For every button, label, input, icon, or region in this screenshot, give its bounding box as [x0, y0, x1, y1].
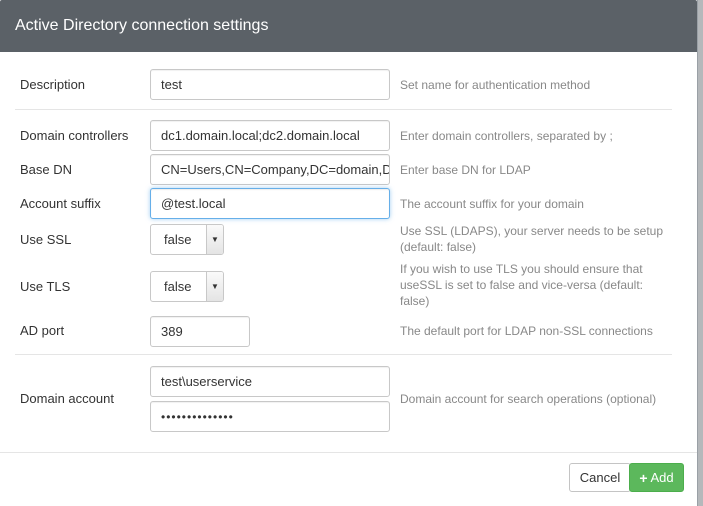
- account-suffix-input[interactable]: @test.local: [150, 188, 390, 219]
- domain-controllers-label: Domain controllers: [20, 128, 129, 143]
- ad-port-help: The default port for LDAP non-SSL connec…: [400, 324, 653, 338]
- use-tls-select[interactable]: false ▼: [150, 271, 224, 302]
- domain-account-label: Domain account: [20, 391, 114, 406]
- description-help: Set name for authentication method: [400, 78, 591, 92]
- ad-settings-dialog: Active Directory connection settings Des…: [0, 0, 698, 506]
- dialog-header: Active Directory connection settings: [0, 0, 697, 52]
- cancel-button[interactable]: Cancel: [569, 463, 631, 492]
- base-dn-input[interactable]: CN=Users,CN=Company,DC=domain,D: [150, 154, 390, 185]
- ad-port-input[interactable]: 389: [150, 316, 250, 347]
- use-ssl-label: Use SSL: [20, 232, 72, 247]
- chevron-down-icon[interactable]: ▼: [206, 272, 223, 301]
- domain-account-username-input[interactable]: test\userservice: [150, 366, 390, 397]
- divider: [15, 354, 672, 355]
- backdrop-edge: [698, 0, 703, 506]
- base-dn-help: Enter base DN for LDAP: [400, 163, 531, 177]
- add-button-label: Add: [650, 470, 674, 485]
- chevron-down-icon[interactable]: ▼: [206, 225, 223, 254]
- add-button[interactable]: + Add: [629, 463, 684, 492]
- ad-port-label: AD port: [20, 323, 65, 338]
- use-tls-label: Use TLS: [20, 279, 71, 294]
- dialog-title: Active Directory connection settings: [15, 17, 269, 34]
- domain-account-password-input[interactable]: ••••••••••••••: [150, 401, 390, 432]
- use-ssl-select[interactable]: false ▼: [150, 224, 224, 255]
- domain-controllers-input[interactable]: dc1.domain.local;dc2.domain.local: [150, 120, 390, 151]
- description-label: Description: [20, 77, 86, 92]
- domain-controllers-help: Enter domain controllers, separated by ;: [400, 129, 613, 143]
- description-input[interactable]: test: [150, 69, 390, 100]
- dialog-footer: Cancel + Add: [0, 452, 697, 506]
- domain-account-help: Domain account for search operations (op…: [400, 392, 657, 406]
- divider: [15, 109, 672, 110]
- plus-icon: +: [639, 469, 648, 486]
- use-tls-value: false: [164, 279, 192, 294]
- dialog-body: Description test Set name for authentica…: [0, 52, 697, 452]
- use-tls-help: If you wish to use TLS you should ensure…: [400, 262, 644, 308]
- use-ssl-value: false: [164, 232, 192, 247]
- use-ssl-help: Use SSL (LDAPS), your server needs to be…: [400, 224, 664, 254]
- base-dn-label: Base DN: [20, 162, 73, 177]
- account-suffix-label: Account suffix: [20, 196, 101, 211]
- account-suffix-help: The account suffix for your domain: [400, 197, 584, 211]
